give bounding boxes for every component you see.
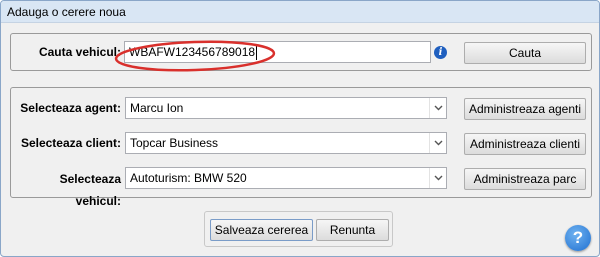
search-button[interactable]: Cauta (464, 42, 586, 64)
client-label: Selecteaza client: (20, 136, 121, 150)
info-icon[interactable]: i (434, 46, 447, 59)
search-label: Cauta vehicul: (38, 45, 121, 59)
dialog-window: Adauga o cerere noua Cauta vehicul: WBAF… (0, 0, 600, 257)
help-icon[interactable]: ? (565, 225, 591, 251)
chevron-down-icon[interactable] (429, 133, 446, 153)
vehicle-select-value: Autoturism: BMW 520 (130, 171, 247, 185)
vehicle-label: Selecteaza vehicul: (59, 172, 121, 208)
manage-clients-button[interactable]: Administreaza clienti (464, 133, 586, 155)
agent-select-value: Marcu Ion (130, 101, 184, 115)
agent-label: Selecteaza agent: (20, 101, 121, 115)
save-request-button[interactable]: Salveaza cererea (210, 219, 313, 241)
agent-select[interactable]: Marcu Ion (125, 97, 447, 119)
manage-fleet-button[interactable]: Administreaza parc (464, 168, 586, 190)
client-select[interactable]: Topcar Business (125, 132, 447, 154)
manage-agents-button[interactable]: Administreaza agenti (464, 98, 586, 120)
client-select-value: Topcar Business (130, 136, 219, 150)
window-title: Adauga o cerere noua (1, 1, 599, 23)
chevron-down-icon[interactable] (429, 168, 446, 188)
highlight-ellipse (114, 40, 276, 72)
vehicle-select[interactable]: Autoturism: BMW 520 (125, 167, 447, 189)
chevron-down-icon[interactable] (429, 98, 446, 118)
cancel-button[interactable]: Renunta (316, 219, 389, 241)
